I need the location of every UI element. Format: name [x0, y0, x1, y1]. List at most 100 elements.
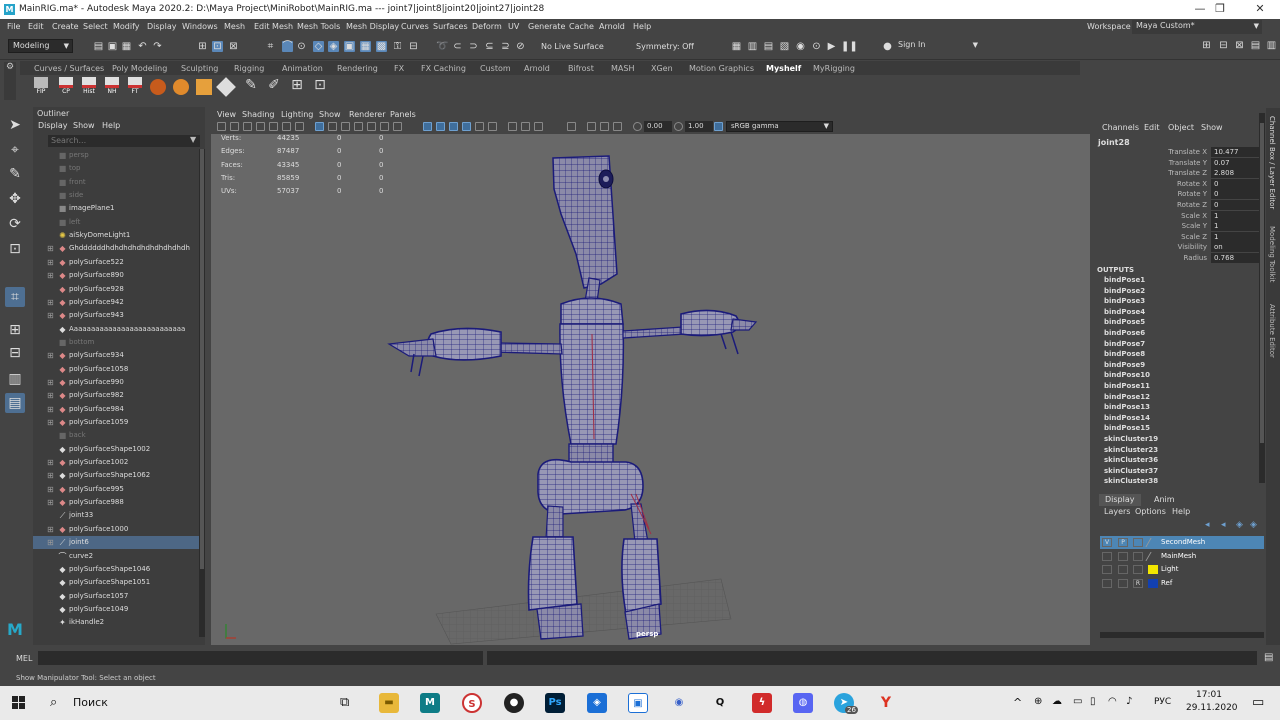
channelbox-menu-object[interactable]: Object — [1168, 123, 1194, 132]
expand-icon[interactable]: ⊞ — [47, 349, 54, 362]
output-node[interactable]: bindPose3 — [1104, 297, 1145, 305]
viewport-menu-panels[interactable]: Panels — [390, 110, 416, 119]
mel-input[interactable] — [38, 651, 483, 665]
output-node[interactable]: bindPose15 — [1104, 424, 1150, 432]
app-q-icon[interactable]: Q — [710, 693, 730, 713]
outliner-item[interactable]: ⊞ ⟋ joint6 — [33, 536, 199, 550]
outliner-item[interactable]: ■ left — [33, 216, 199, 229]
script-editor-icon[interactable]: ▤ — [1264, 652, 1273, 663]
colorspace-dropdown[interactable]: sRGB gamma ▼ — [726, 121, 833, 132]
arnold-render-icon[interactable]: ⊙ — [811, 41, 822, 52]
tool-settings-icon[interactable]: ⊠ — [1234, 40, 1245, 51]
outliner-scrollbar[interactable] — [199, 149, 205, 637]
layer-toggle-v[interactable] — [1102, 578, 1112, 588]
shelf-tab-myshelf[interactable]: Myshelf — [766, 64, 801, 73]
layer-toggle-r[interactable] — [1133, 565, 1143, 574]
notifications-icon[interactable]: ▭ — [1252, 695, 1264, 710]
gamepad-icon[interactable]: ◉ — [669, 693, 689, 713]
anti-alias-icon[interactable] — [521, 122, 530, 131]
shelf-tab-animation[interactable]: Animation — [282, 64, 323, 73]
modeling-toolkit-icon[interactable]: ⊞ — [1201, 40, 1212, 51]
magnet2-icon[interactable]: ⊃ — [468, 41, 479, 52]
viewport-menu-show[interactable]: Show — [319, 110, 341, 119]
play-icon[interactable]: ▶ — [826, 41, 837, 52]
output-node[interactable]: bindPose9 — [1104, 361, 1145, 369]
outliner-item[interactable]: ■ top — [33, 162, 199, 175]
layer-toggle-v[interactable]: V — [1102, 538, 1112, 547]
menu-create[interactable]: Create — [52, 22, 79, 31]
shelf-tab-sculpting[interactable]: Sculpting — [181, 64, 218, 73]
outliner-item[interactable]: ⌒ curve2 — [33, 550, 199, 563]
outliner-item[interactable]: ⊞ ◆ Ghddddddhdhdhdhdhdhdhdhdhdh — [33, 242, 199, 255]
outliner-item[interactable]: ⊞ ◆ polySurface890 — [33, 269, 199, 282]
lock-icon[interactable]: ⚿ — [392, 41, 403, 52]
channel-box-icon[interactable]: ▤ — [1250, 40, 1261, 51]
history-icon[interactable]: ▩ — [376, 41, 387, 52]
shadows-icon[interactable] — [475, 122, 484, 131]
output-node[interactable]: skinCluster23 — [1104, 446, 1158, 454]
use-lights-icon[interactable] — [462, 122, 471, 131]
shelf-tab-fx[interactable]: FX — [394, 64, 404, 73]
depth-of-field-icon[interactable] — [534, 122, 543, 131]
wifi-icon[interactable]: ◠ — [1108, 696, 1117, 707]
layers-tab-display[interactable]: Display — [1099, 494, 1141, 506]
shelf-ft-button[interactable]: FT — [126, 77, 144, 97]
expand-icon[interactable]: ⊞ — [47, 403, 54, 416]
new-layer-icon[interactable]: ◈ — [1236, 520, 1243, 530]
channel-attr-row[interactable]: Translate X 10.477 — [1093, 147, 1265, 158]
channel-attr-row[interactable]: Radius 0.768 — [1093, 253, 1265, 264]
layer-toggle-p[interactable] — [1118, 565, 1128, 574]
channelbox-menu-show[interactable]: Show — [1201, 123, 1223, 132]
render-settings-icon[interactable]: ▧ — [779, 41, 790, 52]
paint-icon[interactable]: ✎ — [242, 77, 260, 97]
single-view-icon[interactable]: ⊞ — [5, 320, 25, 340]
shelf-tab-mash[interactable]: MASH — [611, 64, 634, 73]
snap-vertex-icon[interactable]: ▦ — [360, 41, 371, 52]
safe-title-icon[interactable] — [380, 122, 389, 131]
sign-in-dropdown[interactable]: Sign In ▼ — [894, 39, 981, 53]
viewport-menu-view[interactable]: View — [217, 110, 236, 119]
expand-icon[interactable]: ⊞ — [47, 483, 54, 496]
channel-attr-row[interactable]: Visibility on — [1093, 242, 1265, 253]
output-node[interactable]: bindPose7 — [1104, 340, 1145, 348]
grid-toggle-icon[interactable] — [295, 122, 304, 131]
expand-icon[interactable]: ⊞ — [47, 376, 54, 389]
layer-hscrollbar[interactable] — [1100, 632, 1264, 638]
side-by-side-icon[interactable]: ▥ — [5, 369, 25, 389]
tab-channel-box-layer-editor[interactable]: Channel Box / Layer Editor — [1268, 116, 1276, 209]
outliner-item[interactable]: ◆ polySurface1058 — [33, 363, 199, 376]
expand-icon[interactable]: ⊞ — [47, 523, 54, 536]
lasso-icon[interactable]: ➰ — [436, 41, 448, 52]
channel-attr-row[interactable]: Translate Z 2.808 — [1093, 168, 1265, 179]
xray-icon[interactable] — [587, 122, 596, 131]
outliner-item[interactable]: ⟋ joint33 — [33, 509, 199, 522]
menu-cache[interactable]: Cache — [569, 22, 594, 31]
shelf-tab-curves-surfaces[interactable]: Curves / Surfaces — [34, 64, 104, 73]
output-node[interactable]: bindPose10 — [1104, 371, 1150, 379]
layer-toggle-p[interactable] — [1118, 551, 1128, 561]
layer-toggle-r[interactable] — [1133, 538, 1143, 547]
redo-icon[interactable]: ↷ — [152, 41, 163, 52]
outliner-item[interactable]: ⊞ ◆ polySurface982 — [33, 389, 199, 402]
expand-icon[interactable]: ⊞ — [47, 309, 54, 322]
layers-menu-layers[interactable]: Layers — [1104, 507, 1130, 516]
xray-active-icon[interactable] — [613, 122, 622, 131]
restore-button[interactable]: ❐ — [1205, 2, 1235, 15]
menu-edit-mesh[interactable]: Edit Mesh — [254, 22, 293, 31]
app-bolt-icon[interactable]: ϟ — [752, 693, 772, 713]
menu-mesh-tools[interactable]: Mesh Tools — [297, 22, 340, 31]
channel-attr-value[interactable]: 2.808 — [1211, 168, 1259, 179]
shelf-tab-myrigging[interactable]: MyRigging — [813, 64, 855, 73]
sphere-stripes-icon[interactable] — [173, 79, 189, 95]
resolution-gate-icon[interactable] — [328, 122, 337, 131]
channel-attr-row[interactable]: Scale X 1 — [1093, 210, 1265, 222]
layer-row[interactable]: Light — [1100, 563, 1264, 576]
output-node[interactable]: skinCluster38 — [1104, 477, 1158, 485]
outliner-layout-icon[interactable]: ▤ — [5, 393, 25, 413]
output-node[interactable]: skinCluster19 — [1104, 435, 1158, 443]
2d-pan-icon[interactable] — [269, 122, 278, 131]
move-tool-icon[interactable]: ✥ — [5, 189, 25, 209]
shelf-nh-button[interactable]: NH — [103, 77, 121, 97]
app-bluebox-icon[interactable]: ▣ — [628, 693, 648, 713]
outliner-item[interactable]: ⊞ ◆ polySurface990 — [33, 376, 199, 389]
